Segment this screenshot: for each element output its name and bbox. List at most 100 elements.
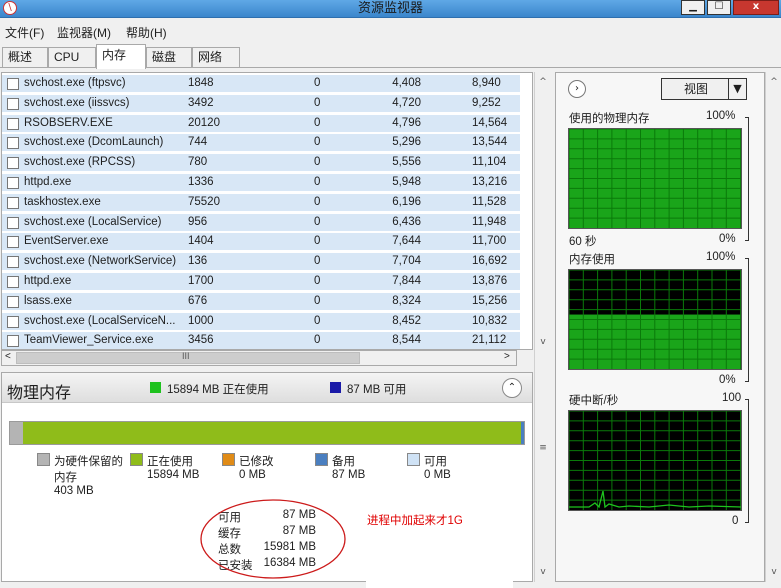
annotation-text: 进程中加起来才1G [367,515,463,527]
left-vscroll[interactable]: ^ v ≡ v [534,72,551,582]
in-use-cat-label: 正在使用 [147,456,193,468]
process-row[interactable]: svchost.exe (LocalServiceN... 1000 0 8,452 1… [2,312,520,331]
scroll-up-arrow[interactable]: ^ [535,74,551,90]
menu-file[interactable]: 文件(F) [5,24,44,41]
scroll-left-arrow[interactable]: < [5,351,11,362]
process-row[interactable]: svchost.exe (LocalService) 956 0 6,436 11,94… [2,213,520,232]
process-row[interactable]: httpd.exe 1700 0 7,844 13,876 [2,273,520,291]
process-name: httpd.exe [24,176,72,188]
process-row[interactable]: httpd.exe 1336 0 5,948 13,216 [2,174,520,192]
right-scroll-down[interactable]: v [766,564,781,580]
process-working-set: 13,216 [472,176,508,188]
right-scroll-up[interactable]: ^ [766,74,781,90]
tab-cpu[interactable]: CPU [48,47,96,67]
row-checkbox[interactable] [7,78,19,90]
process-name: svchost.exe (DcomLaunch) [24,136,164,149]
available-swatch [330,382,341,393]
graph-bracket-3 [745,399,749,523]
process-name: EventServer.exe [24,235,109,248]
in-use-summary: 15894 MB 正在使用 [167,384,269,396]
row-checkbox[interactable] [7,295,19,308]
row-checkbox[interactable] [7,276,19,288]
process-working-set: 13,876 [472,275,508,287]
process-pid: 1700 [188,275,214,287]
process-row[interactable]: svchost.exe (RPCSS) 780 0 5,556 11,104 [2,154,520,173]
process-pid: 1336 [188,176,214,188]
process-name: taskhostex.exe [24,195,101,208]
process-hscroll[interactable]: < III > [1,350,517,366]
process-commit: 6,196 [392,195,421,208]
splitter-grip[interactable]: ≡ [535,440,551,456]
tab-disk[interactable]: 磁盘 [146,47,192,67]
process-row[interactable]: taskhostex.exe 75520 0 6,196 11,528 [2,193,520,212]
window-title: 资源监视器 [357,0,423,15]
process-working-set: 15,256 [472,294,508,307]
faults-graph-min: 0 [732,515,739,527]
right-vscroll[interactable]: ^ v [765,72,781,582]
process-row[interactable]: RSOBSERV.EXE 20120 0 4,796 14,564 [2,114,520,133]
title-bar: \ 资源监视器 ▁ ☐ x [0,0,781,18]
process-working-set: 11,104 [472,156,507,169]
process-name: httpd.exe [24,275,72,287]
tab-memory[interactable]: 内存 [96,44,146,69]
process-hard-faults: 0 [314,235,321,248]
modified-swatch [222,453,235,466]
view-dropdown[interactable]: 视图 ▼ [661,78,747,100]
bar-standby [521,422,524,444]
process-row[interactable]: EventServer.exe 1404 0 7,644 11,700 [2,233,520,252]
row-checkbox[interactable] [7,315,19,328]
process-commit: 8,544 [392,334,421,347]
row-checkbox[interactable] [7,335,19,348]
process-pid: 780 [188,156,208,169]
in-use-swatch [150,382,161,393]
row-checkbox[interactable] [7,196,19,209]
standby-label: 备用 [332,456,355,468]
scroll-down-arrow-2[interactable]: v [535,564,551,580]
maximize-button[interactable]: ☐ [707,0,731,15]
scroll-right-arrow[interactable]: > [504,351,510,362]
row-checkbox[interactable] [7,117,19,130]
process-commit: 4,796 [392,116,421,129]
available-summary: 87 MB 可用 [347,384,407,396]
row-checkbox[interactable] [7,137,19,150]
commit-graph-max: 100% [706,251,736,263]
process-row[interactable]: svchost.exe (NetworkService) 136 0 7,704 16,… [2,253,520,272]
row-checkbox[interactable] [7,216,19,229]
process-working-set: 16,692 [472,255,508,268]
process-name: svchost.exe (RPCSS) [24,156,136,169]
view-label: 视图 [684,82,709,96]
bar-in-use [22,422,522,444]
close-button[interactable]: x [733,0,779,15]
process-name: svchost.exe (ftpsvc) [24,77,126,89]
commit-graph-min: 0% [719,374,736,386]
memory-header[interactable]: 物理内存 15894 MB 正在使用 87 MB 可用 ⌃ [2,373,532,403]
expand-chevron-icon[interactable]: › [568,80,586,98]
process-hard-faults: 0 [314,96,321,109]
process-row[interactable]: svchost.exe (DcomLaunch) 744 0 5,296 13,544 [2,134,520,153]
row-checkbox[interactable] [7,157,19,170]
tab-network[interactable]: 网络 [192,47,240,67]
modified-value: 0 MB [239,469,266,481]
process-row[interactable]: svchost.exe (ftpsvc) 1848 0 4,408 8,940 [2,75,520,93]
process-row[interactable]: TeamViewer_Service.exe 3456 0 8,544 21,112 [2,332,520,349]
process-pid: 20120 [188,116,220,129]
process-row[interactable]: lsass.exe 676 0 8,324 15,256 [2,292,520,311]
minimize-button[interactable]: ▁ [681,0,705,15]
tab-overview[interactable]: 概述 [2,47,48,67]
row-checkbox[interactable] [7,177,19,189]
menu-help[interactable]: 帮助(H) [126,24,167,41]
process-hard-faults: 0 [314,294,321,307]
process-working-set: 9,252 [472,96,501,109]
process-commit: 5,948 [392,176,421,188]
collapse-chevron-icon[interactable]: ⌃ [502,378,522,398]
physical-graph-title: 使用的物理内存 [569,113,650,125]
row-checkbox[interactable] [7,97,19,110]
process-commit: 7,844 [392,275,421,287]
row-checkbox[interactable] [7,256,19,269]
process-row[interactable]: svchost.exe (iissvcs) 3492 0 4,720 9,252 [2,94,520,113]
process-commit: 7,644 [392,235,421,248]
hard-faults-graph [568,410,742,511]
scroll-down-arrow[interactable]: v [535,334,551,350]
menu-monitor[interactable]: 监视器(M) [57,24,111,41]
row-checkbox[interactable] [7,236,19,249]
